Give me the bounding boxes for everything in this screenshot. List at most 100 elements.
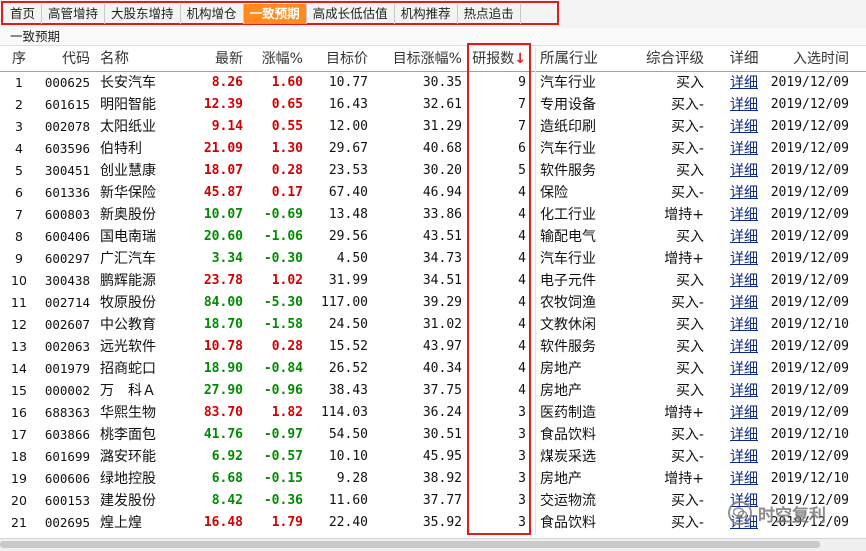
cell-seq: 21 (11, 515, 27, 530)
cell-name: 广汇汽车 (100, 251, 156, 267)
detail-link[interactable]: 详细 (724, 314, 764, 336)
col-date-header[interactable]: 入选时间 (770, 47, 849, 71)
cell-code: 300451 (44, 163, 90, 178)
scrollbar-thumb[interactable] (0, 541, 820, 548)
cell-industry: 煤炭采选 (540, 449, 596, 465)
table-row[interactable]: 16 688363 华熙生物 83.70 1.82 114.03 36.24 3 医药制造 增持+… (0, 402, 866, 424)
col-latest-header[interactable]: 最新 (182, 47, 243, 71)
tab-item[interactable]: 机构推荐 (395, 4, 458, 24)
detail-link[interactable]: 详细 (724, 72, 764, 94)
detail-link[interactable]: 详细 (724, 468, 764, 490)
cell-change: 1.30 (271, 141, 303, 156)
cell-target-change: 32.61 (422, 97, 462, 112)
cell-target-price: 114.03 (321, 405, 368, 420)
table-row[interactable]: 18 601699 潞安环能 6.92 -0.57 10.10 45.95 3 煤炭采选 买入- 详… (0, 446, 866, 468)
cell-seq: 14 (11, 361, 27, 376)
col-detail-header[interactable]: 详细 (724, 47, 764, 71)
cell-industry: 专用设备 (540, 97, 596, 113)
detail-link[interactable]: 详细 (724, 116, 764, 138)
cell-target-change: 30.20 (422, 163, 462, 178)
cell-target-price: 10.10 (328, 449, 368, 464)
cell-industry: 电子元件 (540, 273, 596, 289)
detail-link[interactable]: 详细 (724, 402, 764, 424)
cell-name: 万 科Ａ (100, 383, 156, 399)
table-row[interactable]: 14 001979 招商蛇口 18.90 -0.84 26.52 40.34 4 房地产 买入 详细… (0, 358, 866, 380)
cell-code: 002695 (44, 515, 90, 530)
cell-latest: 16.48 (203, 515, 243, 530)
table-row[interactable]: 12 002607 中公教育 18.70 -1.58 24.50 31.02 4 文教休闲 买入 详… (0, 314, 866, 336)
cell-reports: 3 (518, 493, 526, 508)
column-divider (535, 47, 536, 535)
table-body: 1 000625 长安汽车 8.26 1.60 10.77 30.35 9 汽车行业 买入 详细 20… (0, 72, 866, 534)
table-row[interactable]: 13 002063 远光软件 10.78 0.28 15.52 43.97 4 软件服务 买入 详细… (0, 336, 866, 358)
col-change-header[interactable]: 涨幅% (251, 47, 303, 71)
cell-seq: 8 (15, 229, 23, 244)
tab-item[interactable]: 高成长低估值 (307, 4, 395, 24)
table-row[interactable]: 7 600803 新奥股份 10.07 -0.69 13.48 33.86 4 化工行业 增持+ 详… (0, 204, 866, 226)
detail-link[interactable]: 详细 (724, 160, 764, 182)
cell-code: 601615 (44, 97, 90, 112)
table-row[interactable]: 5 300451 创业慧康 18.07 0.28 23.53 30.20 5 软件服务 买入 详细 2… (0, 160, 866, 182)
detail-link[interactable]: 详细 (724, 248, 764, 270)
table-row[interactable]: 4 603596 伯特利 21.09 1.30 29.67 40.68 6 汽车行业 买入- 详细 2… (0, 138, 866, 160)
wechat-icon (728, 501, 752, 525)
col-reports-header[interactable]: 研报数↓ (470, 47, 526, 71)
cell-industry: 汽车行业 (540, 141, 596, 157)
detail-link[interactable]: 详细 (724, 380, 764, 402)
detail-link[interactable]: 详细 (724, 424, 764, 446)
detail-link[interactable]: 详细 (724, 204, 764, 226)
cell-change: 0.65 (271, 97, 303, 112)
table-row[interactable]: 3 002078 太阳纸业 9.14 0.55 12.00 31.29 7 造纸印刷 买入- 详细 2… (0, 116, 866, 138)
tab-item[interactable]: 首页 (4, 4, 43, 24)
cell-seq: 1 (15, 75, 23, 90)
col-rating-header[interactable]: 综合评级 (628, 47, 704, 71)
cell-target-change: 34.73 (422, 251, 462, 266)
col-target-change-header[interactable]: 目标涨幅% (384, 47, 462, 71)
col-industry-header[interactable]: 所属行业 (540, 47, 620, 71)
cell-target-price: 38.43 (328, 383, 368, 398)
tab-item[interactable]: 热点追击 (458, 4, 521, 24)
col-code-header[interactable]: 代码 (36, 47, 90, 71)
table-row[interactable]: 15 000002 万 科Ａ 27.90 -0.96 38.43 37.75 4 房地产 买入 详细… (0, 380, 866, 402)
cell-industry: 房地产 (540, 361, 582, 377)
tab-item[interactable]: 高管增持 (42, 4, 106, 24)
cell-date: 2019/12/09 (770, 449, 849, 464)
detail-link[interactable]: 详细 (724, 292, 764, 314)
table-row[interactable]: 6 601336 新华保险 45.87 0.17 67.40 46.94 4 保险 买入- 详细 20… (0, 182, 866, 204)
cell-target-price: 29.67 (328, 141, 368, 156)
cell-date: 2019/12/09 (770, 75, 849, 90)
cell-target-change: 38.92 (422, 471, 462, 486)
detail-link[interactable]: 详细 (724, 182, 764, 204)
cell-code: 300438 (44, 273, 90, 288)
cell-target-change: 33.86 (422, 207, 462, 222)
cell-date: 2019/12/09 (770, 383, 849, 398)
cell-rating: 增持+ (664, 207, 704, 223)
detail-link[interactable]: 详细 (724, 446, 764, 468)
detail-link[interactable]: 详细 (724, 94, 764, 116)
detail-link[interactable]: 详细 (724, 138, 764, 160)
cell-latest: 84.00 (203, 295, 243, 310)
cell-date: 2019/12/10 (770, 317, 849, 332)
table-row[interactable]: 8 600406 国电南瑞 20.60 -1.06 29.56 43.51 4 输配电气 买入 详细… (0, 226, 866, 248)
table-row[interactable]: 1 000625 长安汽车 8.26 1.60 10.77 30.35 9 汽车行业 买入 详细 20… (0, 72, 866, 94)
tab-item[interactable]: 一致预期 (243, 4, 307, 24)
table-row[interactable]: 11 002714 牧原股份 84.00 -5.30 117.00 39.29 4 农牧饲渔 买入… (0, 292, 866, 314)
detail-link[interactable]: 详细 (724, 336, 764, 358)
col-target-header[interactable]: 目标价 (313, 47, 368, 71)
col-seq-header[interactable]: 序 (6, 47, 32, 71)
horizontal-scrollbar[interactable] (0, 538, 866, 551)
cell-date: 2019/12/09 (770, 273, 849, 288)
table-row[interactable]: 19 600606 绿地控股 6.68 -0.15 9.28 38.92 3 房地产 增持+ 详细 2… (0, 468, 866, 490)
tab-item[interactable]: 大股东增持 (105, 4, 181, 24)
tab-item[interactable]: 机构增仓 (181, 4, 244, 24)
detail-link[interactable]: 详细 (724, 270, 764, 292)
table-row[interactable]: 2 601615 明阳智能 12.39 0.65 16.43 32.61 7 专用设备 买入- 详细… (0, 94, 866, 116)
detail-link[interactable]: 详细 (724, 226, 764, 248)
cell-latest: 45.87 (203, 185, 243, 200)
table-row[interactable]: 10 300438 鹏辉能源 23.78 1.02 31.99 34.51 4 电子元件 买入 详细… (0, 270, 866, 292)
table-row[interactable]: 9 600297 广汇汽车 3.34 -0.30 4.50 34.73 4 汽车行业 增持+ 详细 2… (0, 248, 866, 270)
cell-rating: 买入- (670, 97, 704, 113)
detail-link[interactable]: 详细 (724, 358, 764, 380)
table-row[interactable]: 17 603866 桃李面包 41.76 -0.97 54.50 30.51 3 食品饮料 买入-… (0, 424, 866, 446)
col-name-header[interactable]: 名称 (100, 47, 174, 71)
